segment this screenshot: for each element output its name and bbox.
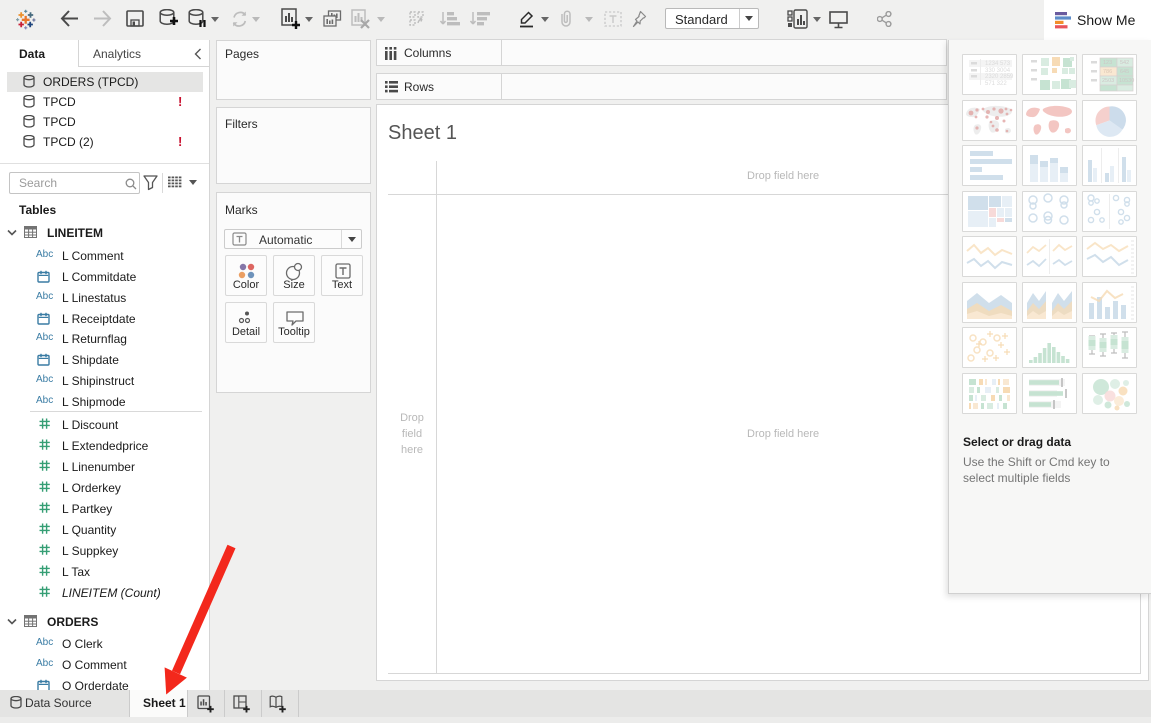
- svg-text:645: 645: [1120, 69, 1129, 75]
- svg-text:10530: 10530: [1119, 78, 1134, 84]
- svg-text:1234 573: 1234 573: [985, 61, 1011, 67]
- svg-text:786: 786: [1103, 69, 1112, 75]
- svg-text:123: 123: [1103, 60, 1112, 66]
- svg-text:2503: 2503: [1102, 78, 1114, 84]
- svg-text:542: 542: [1120, 60, 1129, 66]
- svg-text:2320 2859: 2320 2859: [985, 74, 1014, 80]
- svg-text:571 322: 571 322: [985, 81, 1007, 87]
